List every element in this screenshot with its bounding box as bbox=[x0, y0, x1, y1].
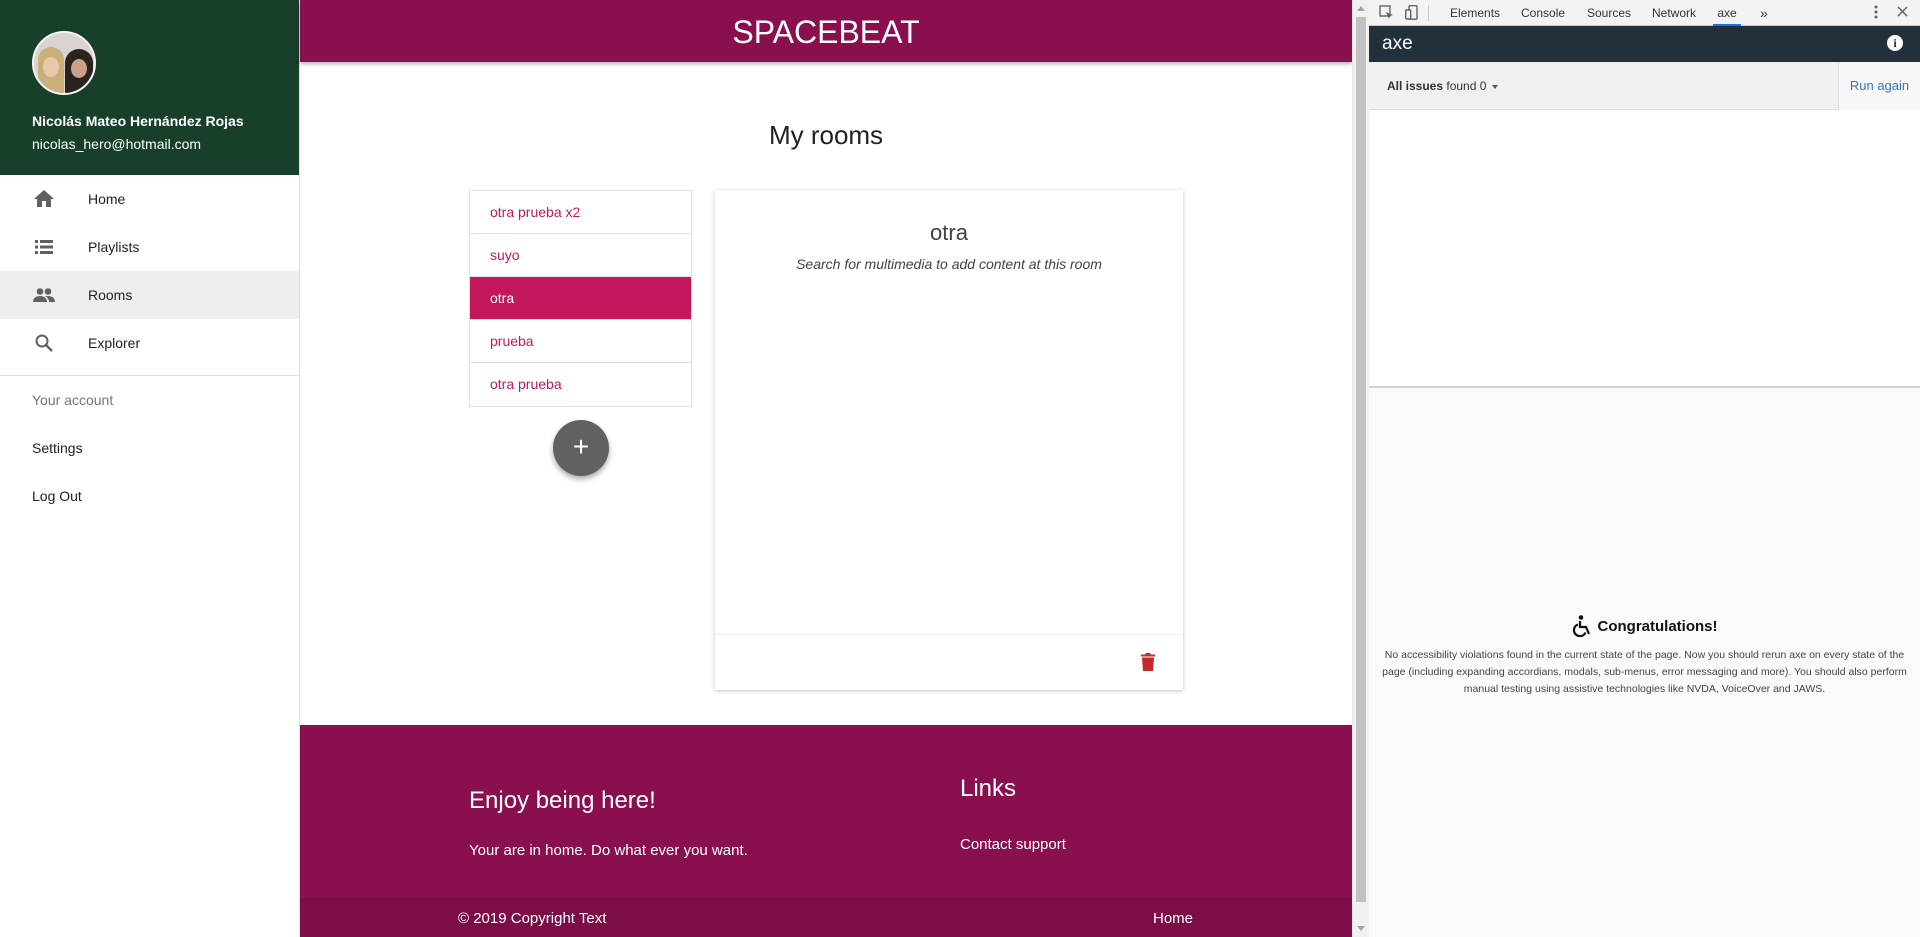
user-name: Nicolás Mateo Hernández Rojas bbox=[32, 113, 244, 129]
add-room-button[interactable]: + bbox=[553, 420, 609, 476]
sidebar-item-rooms[interactable]: Rooms bbox=[0, 271, 299, 319]
room-list-item[interactable]: suyo bbox=[470, 234, 691, 277]
room-list-item-selected[interactable]: otra bbox=[470, 277, 691, 320]
info-icon[interactable]: i bbox=[1887, 35, 1903, 51]
devtools-tabbar: Elements Console Sources Network axe » bbox=[1369, 0, 1920, 26]
delete-room-button[interactable] bbox=[1141, 653, 1155, 676]
links-heading: Links bbox=[960, 775, 1017, 802]
scroll-up-arrow[interactable] bbox=[1357, 6, 1365, 11]
congrats-text: No accessibility violations found in the… bbox=[1382, 649, 1907, 695]
logout-link[interactable]: Log Out bbox=[0, 472, 299, 520]
page-title: My rooms bbox=[768, 120, 884, 150]
footer-heading: Enjoy being here! bbox=[469, 787, 656, 814]
issues-list-panel bbox=[1369, 110, 1920, 388]
user-email: nicolas_hero@hotmail.com bbox=[32, 136, 202, 152]
issues-filter-dropdown[interactable]: All issues found 0 bbox=[1387, 79, 1498, 93]
page-footer: Enjoy being here! Your are in home. Do w… bbox=[300, 725, 1352, 937]
settings-link[interactable]: Settings bbox=[0, 424, 299, 472]
sidebar: Nicolás Mateo Hernández Rojas nicolas_he… bbox=[0, 0, 300, 937]
congratulations-message: Congratulations! No accessibility violat… bbox=[1369, 615, 1920, 698]
issues-bar: All issues found 0 Run again bbox=[1369, 62, 1920, 110]
tab-network[interactable]: Network bbox=[1652, 0, 1696, 26]
kebab-menu-icon[interactable] bbox=[1874, 5, 1878, 22]
room-detail-card: otra Search for multimedia to add conten… bbox=[715, 190, 1183, 690]
plus-icon: + bbox=[572, 431, 590, 462]
sidebar-item-playlists[interactable]: Playlists bbox=[0, 223, 299, 271]
congrats-title: Congratulations! bbox=[1597, 617, 1718, 635]
app-title: SPACEBEAT bbox=[732, 14, 920, 50]
profile-header: Nicolás Mateo Hernández Rojas nicolas_he… bbox=[0, 0, 299, 175]
trash-icon bbox=[1141, 653, 1155, 671]
room-list-item[interactable]: otra prueba bbox=[470, 363, 691, 406]
sidebar-item-label: Rooms bbox=[88, 287, 133, 303]
account-menu: Settings Log Out bbox=[0, 424, 299, 520]
devtools-panel: Elements Console Sources Network axe » a… bbox=[1369, 0, 1920, 937]
close-icon[interactable] bbox=[1897, 6, 1908, 20]
app-bar: SPACEBEAT bbox=[300, 0, 1352, 62]
room-list-item[interactable]: prueba bbox=[470, 320, 691, 363]
inspect-element-icon[interactable] bbox=[1379, 5, 1394, 23]
sidebar-item-label: Playlists bbox=[88, 239, 140, 255]
axe-header: axe i bbox=[1369, 26, 1920, 62]
room-empty-hint: Search for multimedia to add content at … bbox=[796, 256, 1102, 272]
sidebar-item-home[interactable]: Home bbox=[0, 175, 299, 223]
more-tabs-icon[interactable]: » bbox=[1760, 0, 1768, 26]
people-icon bbox=[32, 283, 56, 307]
account-subheader: Your account bbox=[32, 392, 114, 408]
sidebar-item-explorer[interactable]: Explorer bbox=[0, 319, 299, 367]
footer-home-link[interactable]: Home bbox=[1153, 910, 1193, 927]
room-title: otra bbox=[930, 220, 968, 245]
search-icon bbox=[32, 331, 56, 355]
room-list-item[interactable]: otra prueba x2 bbox=[470, 191, 691, 234]
device-toolbar-icon[interactable] bbox=[1404, 4, 1419, 23]
page-scrollbar[interactable] bbox=[1352, 0, 1369, 937]
avatar[interactable] bbox=[32, 31, 96, 95]
chevron-down-icon bbox=[1491, 84, 1498, 89]
card-actions bbox=[715, 634, 1183, 690]
room-list: otra prueba x2 suyo otra prueba otra pru… bbox=[469, 190, 692, 407]
congrats-heading: Congratulations! bbox=[1369, 615, 1920, 637]
contact-support-link[interactable]: Contact support bbox=[960, 836, 1066, 853]
tab-console[interactable]: Console bbox=[1521, 0, 1565, 26]
issues-found-count: found 0 bbox=[1446, 79, 1487, 93]
tab-elements[interactable]: Elements bbox=[1450, 0, 1500, 26]
tab-axe[interactable]: axe bbox=[1713, 0, 1741, 26]
scroll-down-arrow[interactable] bbox=[1357, 926, 1365, 931]
home-icon bbox=[32, 187, 56, 211]
copyright-text: © 2019 Copyright Text bbox=[458, 910, 607, 927]
sidebar-item-label: Explorer bbox=[88, 335, 141, 351]
tab-sources[interactable]: Sources bbox=[1587, 0, 1631, 26]
all-issues-label: All issues bbox=[1387, 79, 1444, 93]
scroll-thumb[interactable] bbox=[1356, 17, 1366, 902]
run-again-button[interactable]: Run again bbox=[1838, 62, 1920, 110]
axe-title: axe bbox=[1382, 33, 1413, 54]
accessibility-icon bbox=[1572, 615, 1590, 637]
footer-text: Your are in home. Do what ever you want. bbox=[469, 842, 748, 859]
main-content: SPACEBEAT My rooms otra prueba x2 suyo o… bbox=[300, 0, 1352, 937]
sidebar-item-label: Home bbox=[88, 191, 126, 207]
list-icon bbox=[32, 235, 56, 259]
sidebar-nav: Home Playlists Rooms Explorer bbox=[0, 175, 299, 367]
toolbar-divider bbox=[1428, 5, 1429, 21]
